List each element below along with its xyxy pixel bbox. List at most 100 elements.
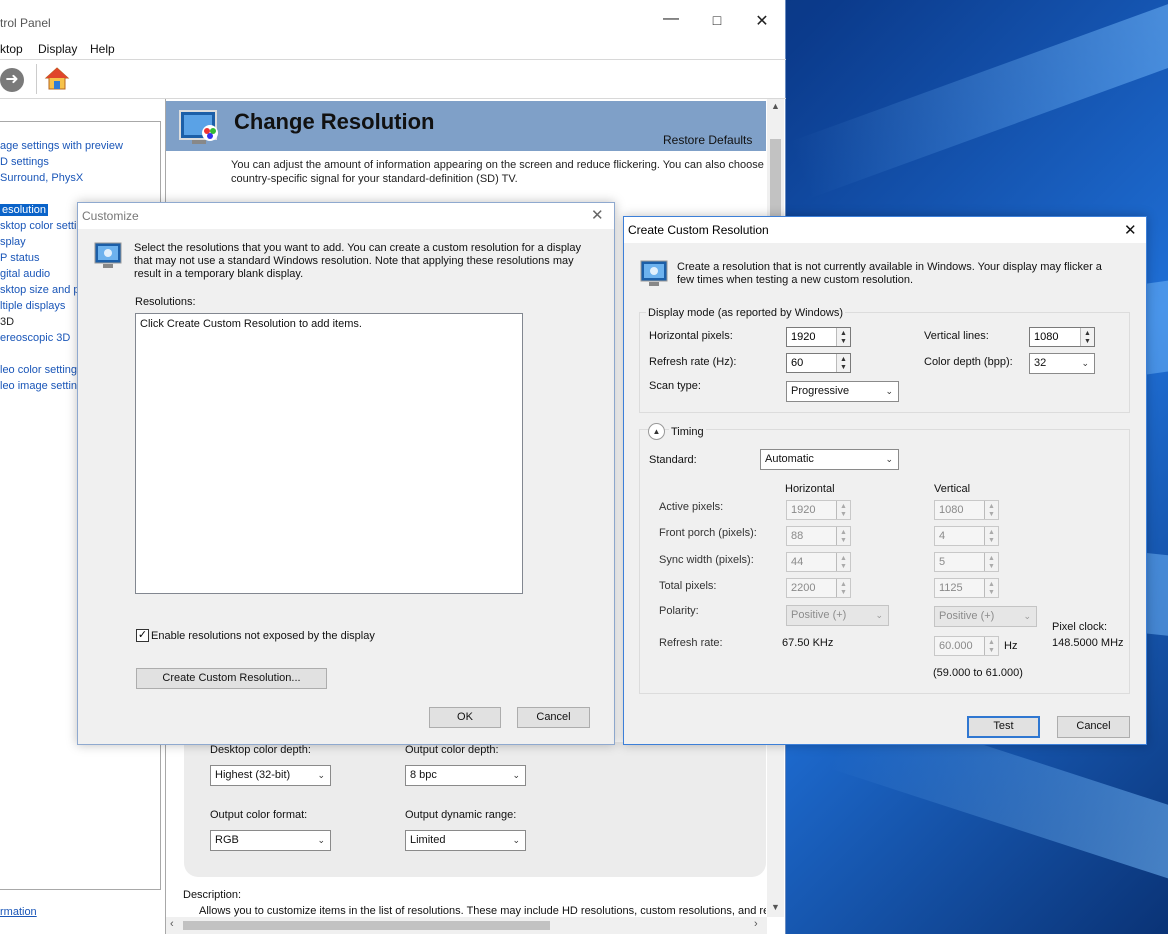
chevron-down-icon: ⌄ bbox=[885, 454, 893, 464]
customize-dialog-titlebar: Customize bbox=[78, 203, 614, 229]
spinner-arrows-icon[interactable]: ▲ ▼ bbox=[1080, 328, 1094, 346]
maximize-button[interactable]: □ bbox=[694, 12, 740, 28]
horizontal-refresh-value: 67.50 KHz bbox=[782, 637, 834, 649]
enable-resolutions-label[interactable]: Enable resolutions not exposed by the di… bbox=[151, 630, 375, 642]
resolutions-label: Resolutions: bbox=[135, 296, 196, 308]
total-pixels-label: Total pixels: bbox=[659, 580, 717, 592]
active-pixels-label: Active pixels: bbox=[659, 501, 724, 513]
collapse-timing-icon[interactable]: ▲ bbox=[648, 423, 665, 440]
spinner-arrows-icon: ▲ ▼ bbox=[984, 553, 998, 571]
nav-item[interactable]: ereoscopic 3D bbox=[0, 332, 70, 344]
nav-item[interactable]: sktop color setti bbox=[0, 220, 76, 232]
spinner-arrows-icon: ▲ ▼ bbox=[984, 579, 998, 597]
forward-arrow-icon[interactable]: ➜ bbox=[0, 68, 24, 92]
input-value: 1080 bbox=[939, 504, 964, 516]
cancel-button[interactable]: Cancel bbox=[1057, 716, 1130, 738]
menu-desktop[interactable]: ktop bbox=[0, 42, 23, 56]
spinner-arrows-icon[interactable]: ▲ ▼ bbox=[836, 328, 850, 346]
refresh-rate-row-label: Refresh rate: bbox=[659, 637, 723, 649]
vertical-lines-input[interactable]: 1080 ▲ ▼ bbox=[1029, 327, 1095, 347]
vertical-column-header: Vertical bbox=[934, 483, 971, 495]
test-button[interactable]: Test bbox=[967, 716, 1040, 738]
desktop-color-depth-label: Desktop color depth: bbox=[210, 744, 311, 756]
sync-width-v-input: 5 ▲ ▼ bbox=[934, 552, 999, 572]
chevron-down-icon: ⌄ bbox=[317, 770, 325, 780]
resolutions-list[interactable]: Click Create Custom Resolution to add it… bbox=[135, 313, 523, 594]
nav-item[interactable]: Surround, PhysX bbox=[0, 172, 83, 184]
input-value: 60 bbox=[791, 357, 804, 369]
pixel-clock-label: Pixel clock: bbox=[1052, 621, 1108, 633]
close-icon[interactable]: ✕ bbox=[591, 206, 604, 224]
select-value: RGB bbox=[215, 834, 239, 846]
scroll-left-arrow-icon[interactable]: ‹ bbox=[170, 918, 174, 930]
nav-item[interactable]: leo color setting bbox=[0, 364, 77, 376]
menu-display[interactable]: Display bbox=[38, 42, 77, 56]
nav-item-selected[interactable]: esolution bbox=[0, 204, 49, 216]
horizontal-scrollbar[interactable]: ‹ › bbox=[166, 917, 767, 934]
horizontal-scrollbar-thumb[interactable] bbox=[183, 921, 550, 930]
spinner-arrows-icon: ▲ ▼ bbox=[836, 527, 850, 545]
ok-button[interactable]: OK bbox=[429, 707, 501, 728]
window-title: trol Panel bbox=[0, 16, 51, 30]
output-color-depth-select[interactable]: 8 bpc ⌄ bbox=[405, 765, 526, 786]
front-porch-label: Front porch (pixels): bbox=[659, 527, 757, 539]
nav-item[interactable]: D settings bbox=[0, 156, 49, 168]
nav-item[interactable]: gital audio bbox=[0, 268, 50, 280]
refresh-rate-input[interactable]: 60 ▲ ▼ bbox=[786, 353, 851, 373]
nav-item[interactable]: P status bbox=[0, 252, 40, 264]
scroll-right-arrow-icon[interactable]: › bbox=[754, 918, 758, 930]
home-icon[interactable] bbox=[44, 66, 70, 92]
nav-item[interactable]: ltiple displays bbox=[0, 300, 65, 312]
spinner-arrows-icon[interactable]: ▲ ▼ bbox=[836, 354, 850, 372]
scan-type-select[interactable]: Progressive ⌄ bbox=[786, 381, 899, 402]
system-information-link[interactable]: rmation bbox=[0, 906, 37, 918]
horizontal-pixels-input[interactable]: 1920 ▲ ▼ bbox=[786, 327, 851, 347]
input-value: 1125 bbox=[939, 582, 963, 594]
customize-dialog: Customize ✕ Select the resolutions that … bbox=[77, 202, 615, 745]
input-value: 4 bbox=[939, 530, 946, 542]
output-color-depth-label: Output color depth: bbox=[405, 744, 499, 756]
close-button[interactable]: ✕ bbox=[739, 11, 785, 31]
close-icon[interactable]: ✕ bbox=[1124, 221, 1137, 239]
output-color-format-select[interactable]: RGB ⌄ bbox=[210, 830, 331, 851]
create-dialog-titlebar: Create Custom Resolution bbox=[624, 217, 1146, 243]
horizontal-pixels-label: Horizontal pixels: bbox=[649, 330, 733, 342]
color-depth-select[interactable]: 32 ⌄ bbox=[1029, 353, 1095, 374]
select-value: Progressive bbox=[791, 385, 850, 397]
input-value: 1080 bbox=[1034, 331, 1059, 343]
scroll-up-arrow-icon[interactable]: ▲ bbox=[767, 101, 784, 111]
front-porch-h-input: 88 ▲ ▼ bbox=[786, 526, 851, 546]
minimize-button[interactable]: — bbox=[648, 10, 694, 28]
chevron-down-icon: ⌄ bbox=[512, 770, 520, 780]
desktop-color-depth-select[interactable]: Highest (32-bit) ⌄ bbox=[210, 765, 331, 786]
input-value: 88 bbox=[791, 530, 804, 542]
select-value: Positive (+) bbox=[939, 610, 995, 622]
input-value: 1920 bbox=[791, 331, 816, 343]
standard-select[interactable]: Automatic ⌄ bbox=[760, 449, 899, 470]
nav-category[interactable]: 3D bbox=[0, 316, 14, 328]
nav-item[interactable]: leo image setting bbox=[0, 380, 83, 392]
page-title: Change Resolution bbox=[234, 109, 435, 134]
scroll-down-arrow-icon[interactable]: ▼ bbox=[767, 902, 784, 912]
hz-unit-label: Hz bbox=[1004, 640, 1018, 652]
spinner-arrows-icon: ▲ ▼ bbox=[836, 579, 850, 597]
nav-item[interactable]: splay bbox=[0, 236, 26, 248]
intro-text: You can adjust the amount of information… bbox=[231, 159, 783, 171]
nav-item[interactable]: sktop size and p bbox=[0, 284, 80, 296]
create-info-text: Create a resolution that is not currentl… bbox=[677, 261, 1102, 273]
display-mode-label: Display mode (as reported by Windows) bbox=[646, 307, 846, 319]
timing-label: Timing bbox=[669, 426, 706, 438]
restore-defaults-link[interactable]: Restore Defaults bbox=[663, 133, 752, 147]
intro-text-line2: country-specific signal for your standar… bbox=[231, 173, 518, 185]
output-dynamic-range-select[interactable]: Limited ⌄ bbox=[405, 830, 526, 851]
chevron-down-icon: ⌄ bbox=[885, 386, 893, 396]
enable-resolutions-checkbox[interactable]: ✓ bbox=[136, 629, 149, 642]
vertical-lines-label: Vertical lines: bbox=[924, 330, 989, 342]
spinner-arrows-icon: ▲ ▼ bbox=[984, 501, 998, 519]
nav-item[interactable]: age settings with preview bbox=[0, 140, 123, 152]
menu-help[interactable]: Help bbox=[90, 42, 115, 56]
create-custom-resolution-button[interactable]: Create Custom Resolution... bbox=[136, 668, 327, 689]
wallpaper-ray bbox=[789, 0, 1168, 199]
sync-width-h-input: 44 ▲ ▼ bbox=[786, 552, 851, 572]
cancel-button[interactable]: Cancel bbox=[517, 707, 590, 728]
